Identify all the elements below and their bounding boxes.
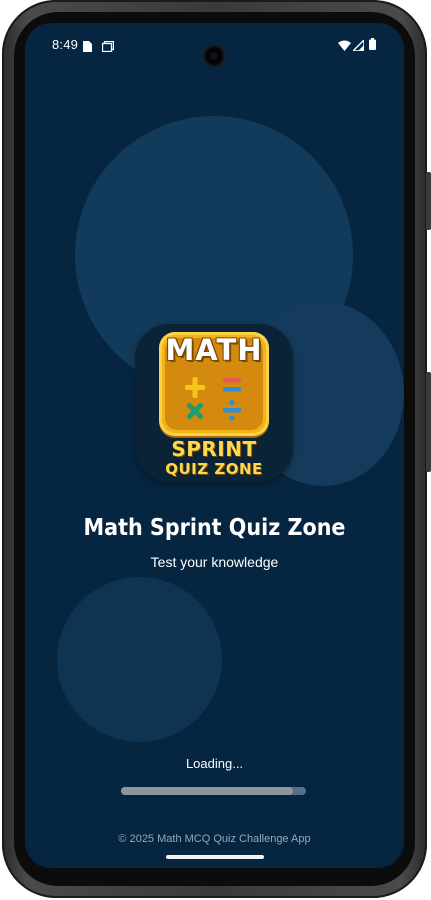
loading-label: Loading...: [185, 756, 244, 771]
splash-screen: 8:49 MATH SPRINT QUIZ ZONE Math Sprint Q…: [25, 23, 404, 868]
front-camera: [203, 45, 225, 67]
app-title: Math Sprint Quiz Zone: [83, 515, 346, 541]
volume-button: [426, 372, 431, 472]
sim-icon: [83, 40, 92, 55]
copyright-text: © 2025 Math MCQ Quiz Challenge App: [118, 833, 311, 845]
app-subtitle: Test your knowledge: [150, 554, 279, 570]
logo-sprint-text: SPRINT: [171, 437, 257, 461]
logo-math-text: MATH: [165, 333, 263, 367]
home-indicator[interactable]: [166, 855, 264, 859]
app-logo: MATH SPRINT QUIZ ZONE: [135, 324, 293, 482]
status-time: 8:49: [52, 37, 79, 52]
power-button: [426, 172, 431, 230]
screenshot-icon: [101, 40, 115, 55]
signal-icon: [351, 38, 365, 54]
math-symbols-icon: [185, 377, 241, 421]
status-bar: 8:49: [25, 33, 404, 67]
decor-circle: [57, 577, 222, 742]
loading-progress-bar: [121, 787, 306, 795]
logo-zone-text: QUIZ ZONE: [165, 460, 263, 478]
wifi-icon: [338, 39, 351, 54]
loading-progress-fill: [121, 787, 294, 795]
battery-icon: [369, 38, 376, 53]
